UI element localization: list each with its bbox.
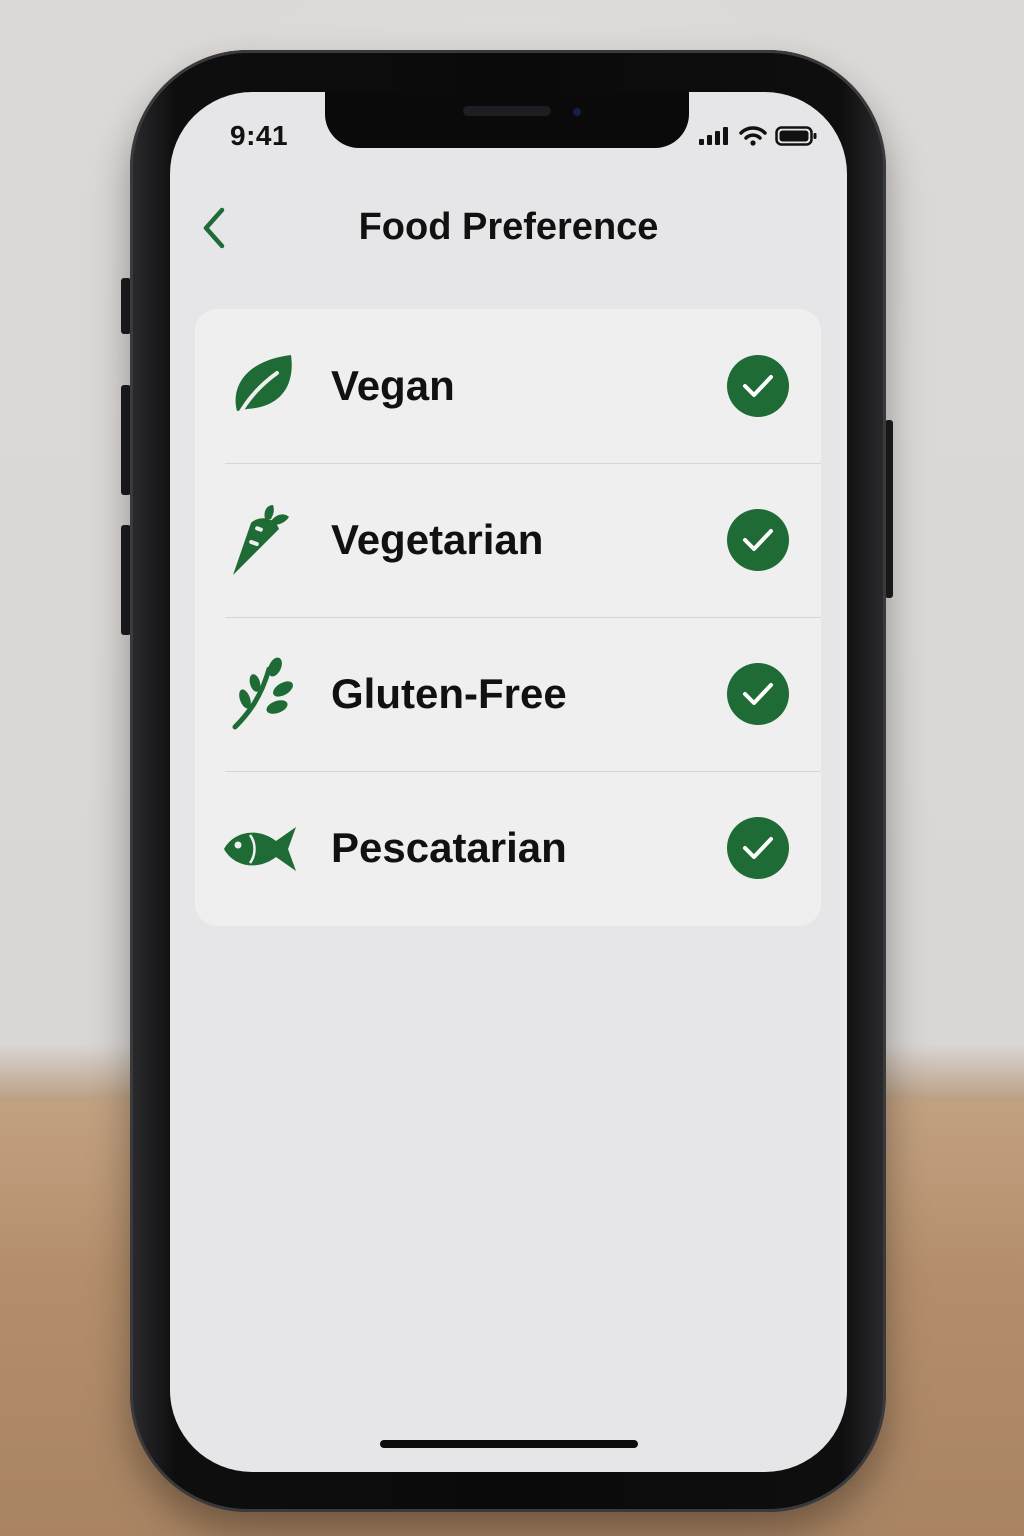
leaf-icon [235,355,292,417]
preference-label: Vegetarian [331,516,544,563]
checkmark-icon[interactable] [727,663,789,725]
power-button [885,420,893,598]
checkmark-icon[interactable] [727,355,789,417]
wifi-icon [739,126,767,146]
notch [325,92,689,148]
battery-icon [775,126,817,146]
status-icons [699,126,817,146]
preference-list: Vegan Vegetarian Gluten-Free Pescatarian [195,309,821,926]
preference-row-vegan[interactable]: Vegan [195,309,821,463]
home-indicator[interactable] [380,1440,638,1448]
preference-row-pescatarian[interactable]: Pescatarian [195,771,821,925]
carrot-icon [233,505,289,575]
phone-screen: 9:41 Food Preference Vegan Vegetarian Gl… [170,92,847,1472]
status-time: 9:41 [230,120,289,151]
preference-row-gluten-free[interactable]: Gluten-Free [195,617,821,771]
wheat-icon [232,657,293,730]
page-title: Food Preference [358,206,659,248]
preference-label: Gluten-Free [331,670,567,717]
checkmark-icon[interactable] [727,509,789,571]
signal-icon [699,127,728,145]
checkmark-icon[interactable] [727,817,789,879]
preference-row-vegetarian[interactable]: Vegetarian [195,463,821,617]
preference-label: Vegan [331,362,455,409]
preference-label: Pescatarian [331,824,567,871]
fish-icon [224,827,296,871]
